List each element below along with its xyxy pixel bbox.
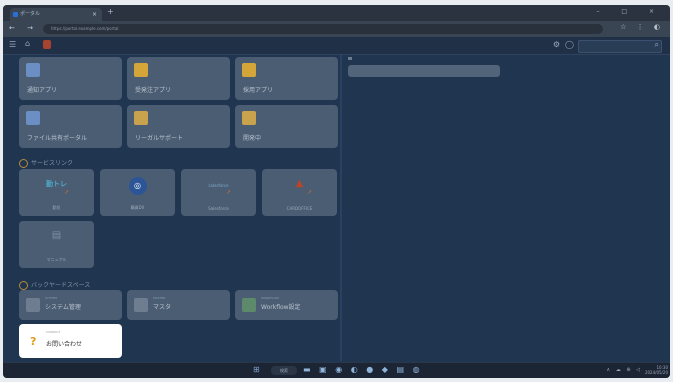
link-icon bbox=[19, 159, 28, 168]
external-link-icon: ↗ bbox=[64, 189, 70, 196]
workflow-gear-icon bbox=[242, 298, 256, 312]
app-tile-dev[interactable]: 開発中 bbox=[235, 105, 338, 148]
app-tile-label: 受発注アプリ bbox=[135, 87, 172, 94]
app-logo-icon[interactable] bbox=[43, 40, 51, 49]
browser-titlebar: ポータル × + – □ × bbox=[3, 5, 670, 21]
service-link-label: マニュアル bbox=[46, 257, 67, 262]
backyard-system-admin[interactable]: SYSTEM システム管理 bbox=[19, 290, 122, 320]
portal-right-pane bbox=[342, 55, 670, 361]
menu-icon[interactable]: ☰ bbox=[9, 40, 16, 49]
app-tile-label: 開発中 bbox=[243, 135, 262, 142]
tab-close-icon[interactable]: × bbox=[92, 8, 97, 21]
service-link-heading: サービスリンク bbox=[19, 158, 73, 168]
app-tile-legal[interactable]: リーガルサポート bbox=[127, 105, 230, 148]
notice-app-icon bbox=[26, 63, 40, 77]
window-controls[interactable]: – □ × bbox=[596, 8, 664, 15]
search-icon[interactable]: ⌕ bbox=[655, 40, 659, 50]
inquiry-tile[interactable]: ? CONTACT お問い合わせ bbox=[19, 324, 122, 358]
clock[interactable]: 10:30 2024/05/20 bbox=[645, 365, 668, 375]
taskbar-search[interactable]: 検索 bbox=[271, 366, 297, 375]
url-field[interactable]: https://portal.example.com/portal bbox=[43, 24, 603, 34]
inquiry-label: お問い合わせ bbox=[46, 341, 83, 348]
app-tile-order[interactable]: 受発注アプリ bbox=[127, 57, 230, 100]
portal-left-pane: 通知アプリ 受発注アプリ 採用アプリ ファイル共有ポータル リーガルサポート 開… bbox=[3, 55, 340, 361]
purchase-logo: ◎ bbox=[128, 177, 147, 195]
in-development-icon bbox=[242, 111, 256, 125]
backyard-heading: バックヤードスペース bbox=[19, 280, 90, 290]
app-header: ☰ ⌂ ⚙ ◯ ⌕ bbox=[3, 37, 670, 55]
legal-support-icon bbox=[134, 111, 148, 125]
service-link-label: CARDOFFICE bbox=[286, 206, 313, 211]
app-tile-label: 採用アプリ bbox=[243, 87, 274, 94]
extension-icons[interactable]: ☆ ⋮ ◐ bbox=[620, 23, 664, 31]
favicon-icon bbox=[13, 12, 18, 17]
service-link-cardoffice[interactable]: ▲ ↗ CARDOFFICE bbox=[262, 169, 337, 216]
manual-logo: ▤ bbox=[51, 230, 62, 241]
backyard-label: Workflow設定 bbox=[261, 304, 301, 311]
address-bar: ← → C ⌂ https://portal.example.com/porta… bbox=[3, 21, 670, 37]
backyard-master[interactable]: MASTER マスタ bbox=[127, 290, 230, 320]
app-tile-file-share[interactable]: ファイル共有ポータル bbox=[19, 105, 122, 148]
service-link-attendance[interactable]: 勤トレ ↗ 勤怠 bbox=[19, 169, 94, 216]
service-link-label: Salesforce bbox=[208, 206, 229, 211]
panel-marker bbox=[348, 57, 352, 60]
help-icon: ? bbox=[30, 335, 37, 348]
inquiry-tiny-label: CONTACT bbox=[46, 330, 61, 334]
app-tile-label: ファイル共有ポータル bbox=[27, 135, 88, 142]
database-icon bbox=[134, 298, 148, 312]
gear-icon bbox=[26, 298, 40, 312]
browser-window: ポータル × + – □ × ← → C ⌂ https://portal.ex… bbox=[3, 5, 670, 378]
cardoffice-logo: ▲ bbox=[295, 178, 304, 189]
service-link-purchase[interactable]: ◎ 購買DX bbox=[100, 169, 175, 216]
settings-icon[interactable]: ⚙ bbox=[553, 40, 560, 49]
taskbar-apps[interactable]: ▬ ▣ ◉ ◐ ● ◆ ▤ ◍ bbox=[303, 365, 423, 374]
backyard-label: マスタ bbox=[153, 304, 172, 311]
browser-tab[interactable]: ポータル × bbox=[10, 8, 102, 21]
backyard-icon bbox=[19, 281, 28, 290]
backyard-workflow[interactable]: WORKFLOW Workflow設定 bbox=[235, 290, 338, 320]
right-panel-bar[interactable] bbox=[348, 65, 500, 77]
service-link-label: 購買DX bbox=[130, 205, 145, 210]
user-icon[interactable]: ◯ bbox=[565, 40, 574, 49]
backyard-label: システム管理 bbox=[45, 304, 81, 311]
service-link-salesforce[interactable]: salesforce ↗ Salesforce bbox=[181, 169, 256, 216]
app-tile-recruit[interactable]: 採用アプリ bbox=[235, 57, 338, 100]
tab-title: ポータル bbox=[20, 11, 41, 17]
app-tile-label: 通知アプリ bbox=[27, 87, 58, 94]
home-icon[interactable]: ⌂ bbox=[25, 39, 30, 48]
system-tray[interactable]: ∧ ☁ ⊕ ◁ bbox=[607, 367, 642, 373]
app-tile-label: リーガルサポート bbox=[135, 135, 184, 142]
order-app-icon bbox=[134, 63, 148, 77]
attendance-logo: 勤トレ bbox=[46, 180, 67, 188]
start-icon[interactable]: ⊞ bbox=[253, 365, 263, 374]
search-input[interactable]: ⌕ bbox=[578, 40, 662, 53]
external-link-icon: ↗ bbox=[307, 189, 313, 196]
new-tab-button[interactable]: + bbox=[107, 7, 114, 16]
external-link-icon: ↗ bbox=[226, 189, 232, 196]
salesforce-logo: salesforce bbox=[208, 183, 229, 188]
clock-date: 2024/05/20 bbox=[644, 370, 668, 375]
service-link-manual[interactable]: ▤ マニュアル bbox=[19, 221, 94, 268]
recruit-app-icon bbox=[242, 63, 256, 77]
taskbar: ⊞ 検索 ▬ ▣ ◉ ◐ ● ◆ ▤ ◍ ∧ ☁ ⊕ ◁ 10:30 2024/… bbox=[3, 362, 670, 378]
service-link-label: 勤怠 bbox=[52, 205, 61, 210]
app-tile-notice[interactable]: 通知アプリ bbox=[19, 57, 122, 100]
file-share-icon bbox=[26, 111, 40, 125]
